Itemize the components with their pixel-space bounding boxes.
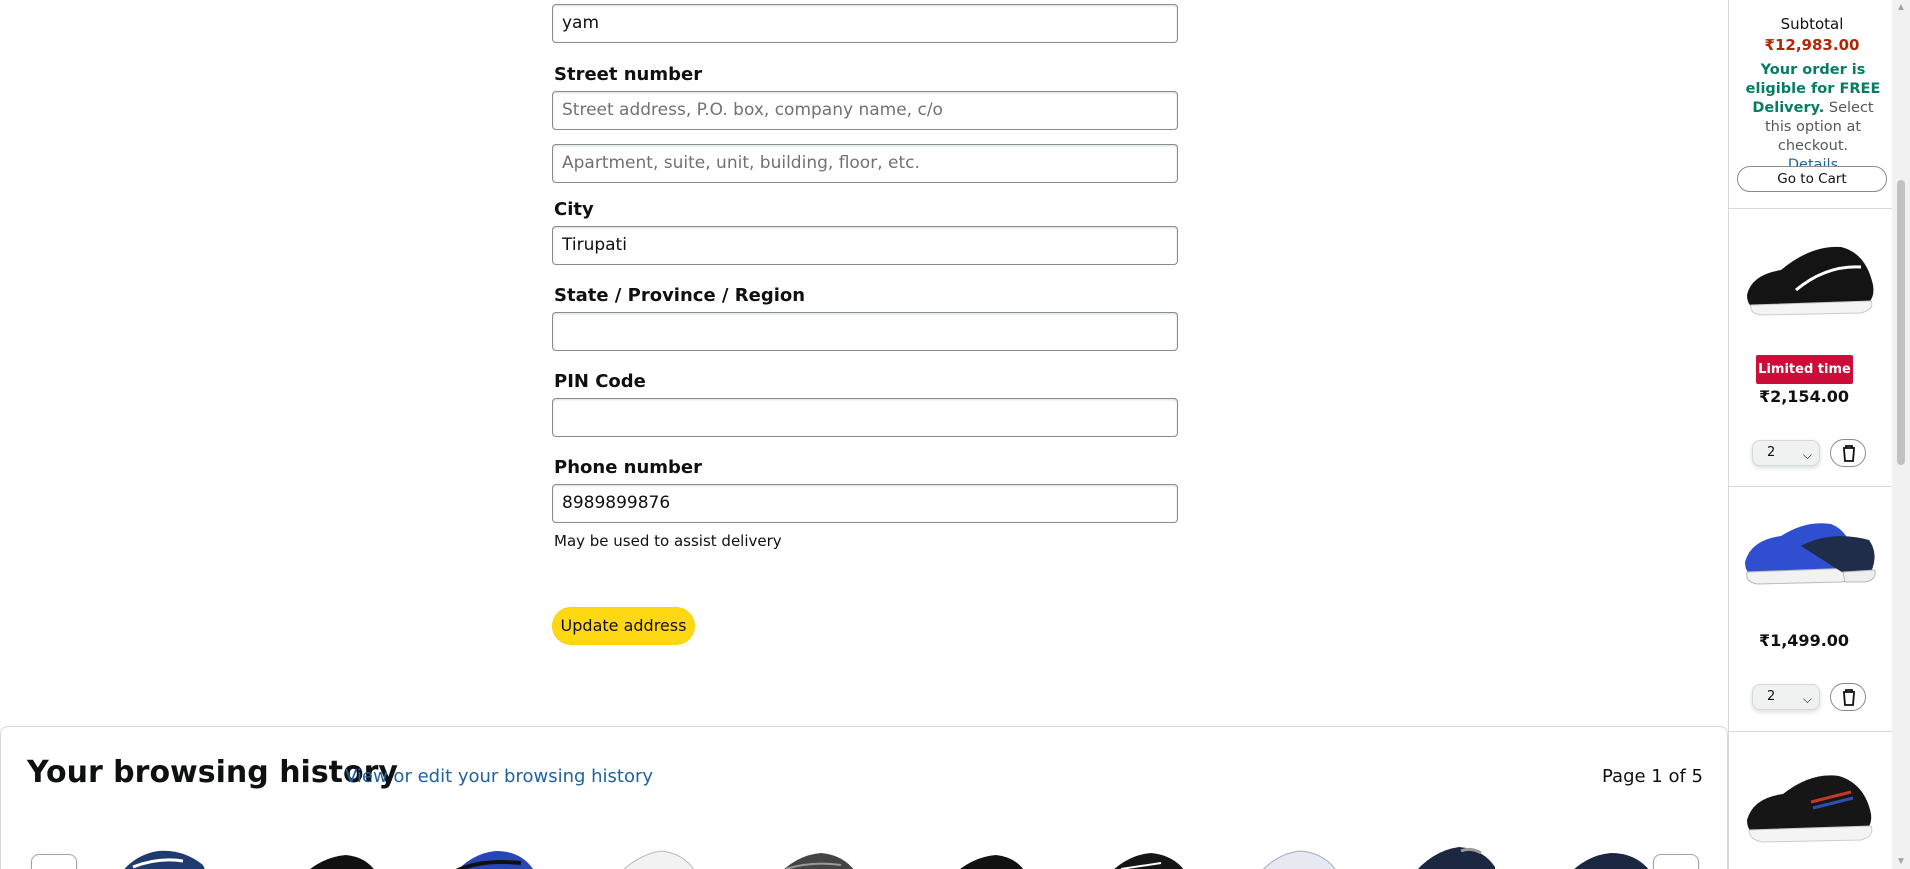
phone-hint: May be used to assist delivery bbox=[554, 532, 782, 550]
state-input[interactable] bbox=[552, 312, 1178, 351]
quantity-select[interactable]: 2 ⌵ bbox=[1752, 440, 1820, 466]
state-label: State / Province / Region bbox=[554, 285, 806, 306]
history-product-image[interactable] bbox=[1556, 837, 1656, 869]
carousel-prev-button[interactable] bbox=[31, 854, 77, 869]
page-indicator: Page 1 of 5 bbox=[1602, 766, 1703, 787]
divider bbox=[1729, 486, 1895, 487]
phone-number-input[interactable]: 8989899876 bbox=[552, 484, 1178, 523]
quantity-value: 2 bbox=[1767, 689, 1776, 704]
cart-item-image[interactable] bbox=[1741, 510, 1881, 600]
street-address-line2-input[interactable]: Apartment, suite, unit, building, floor,… bbox=[552, 144, 1178, 183]
go-to-cart-button[interactable]: Go to Cart bbox=[1737, 166, 1887, 192]
quantity-value: 2 bbox=[1767, 445, 1776, 460]
cart-sidebar: Subtotal ₹12,983.00 Your order is eligib… bbox=[1728, 0, 1910, 869]
street-number-label: Street number bbox=[554, 64, 703, 85]
history-product-image[interactable] bbox=[1401, 837, 1501, 869]
history-product-image[interactable] bbox=[1091, 837, 1191, 869]
scroll-down-icon[interactable]: ▼ bbox=[1896, 856, 1906, 867]
edit-browsing-history-link[interactable]: View or edit your browsing history bbox=[345, 766, 653, 787]
street-address-line1-input[interactable]: Street address, P.O. box, company name, … bbox=[552, 91, 1178, 130]
quantity-select[interactable]: 2 ⌵ bbox=[1752, 684, 1820, 710]
limited-time-badge: Limited time bbox=[1756, 355, 1853, 384]
update-address-button[interactable]: Update address bbox=[552, 607, 695, 645]
history-product-image[interactable] bbox=[1241, 837, 1341, 869]
scrollbar-thumb[interactable] bbox=[1897, 180, 1905, 465]
free-delivery-message: Your order is eligible for FREE Delivery… bbox=[1737, 61, 1889, 175]
trash-icon bbox=[1843, 445, 1855, 462]
carousel-next-button[interactable] bbox=[1653, 854, 1699, 869]
scrollbar[interactable]: ▲ ▼ bbox=[1892, 0, 1910, 869]
pin-code-input[interactable] bbox=[552, 398, 1178, 437]
trash-icon bbox=[1843, 689, 1855, 706]
city-label: City bbox=[554, 199, 594, 220]
delete-item-button[interactable] bbox=[1830, 439, 1866, 467]
history-product-image[interactable] bbox=[113, 837, 213, 869]
pin-code-label: PIN Code bbox=[554, 371, 646, 392]
history-product-image[interactable] bbox=[931, 837, 1031, 869]
cart-item-price: ₹1,499.00 bbox=[1758, 631, 1850, 650]
scroll-up-icon[interactable]: ▲ bbox=[1896, 2, 1906, 13]
cart-item-image[interactable] bbox=[1741, 762, 1881, 852]
divider bbox=[1729, 208, 1895, 209]
subtotal-amount: ₹12,983.00 bbox=[1764, 36, 1860, 54]
cart-item-price: ₹2,154.00 bbox=[1758, 387, 1850, 406]
browsing-history-title: Your browsing history bbox=[27, 755, 398, 790]
history-product-image[interactable] bbox=[761, 837, 861, 869]
history-product-image[interactable] bbox=[601, 837, 701, 869]
browsing-history-section: Your browsing history View or edit your … bbox=[0, 726, 1728, 869]
divider bbox=[1729, 731, 1895, 732]
chevron-down-icon: ⌵ bbox=[1802, 692, 1812, 706]
history-product-image[interactable] bbox=[281, 837, 381, 869]
chevron-down-icon: ⌵ bbox=[1802, 448, 1812, 462]
subtotal-label: Subtotal bbox=[1780, 15, 1844, 33]
full-name-input[interactable]: yam bbox=[552, 4, 1178, 43]
cart-item-image[interactable] bbox=[1741, 235, 1881, 325]
phone-number-label: Phone number bbox=[554, 457, 703, 478]
history-product-image[interactable] bbox=[441, 837, 541, 869]
city-input[interactable]: Tirupati bbox=[552, 226, 1178, 265]
delete-item-button[interactable] bbox=[1830, 683, 1866, 711]
